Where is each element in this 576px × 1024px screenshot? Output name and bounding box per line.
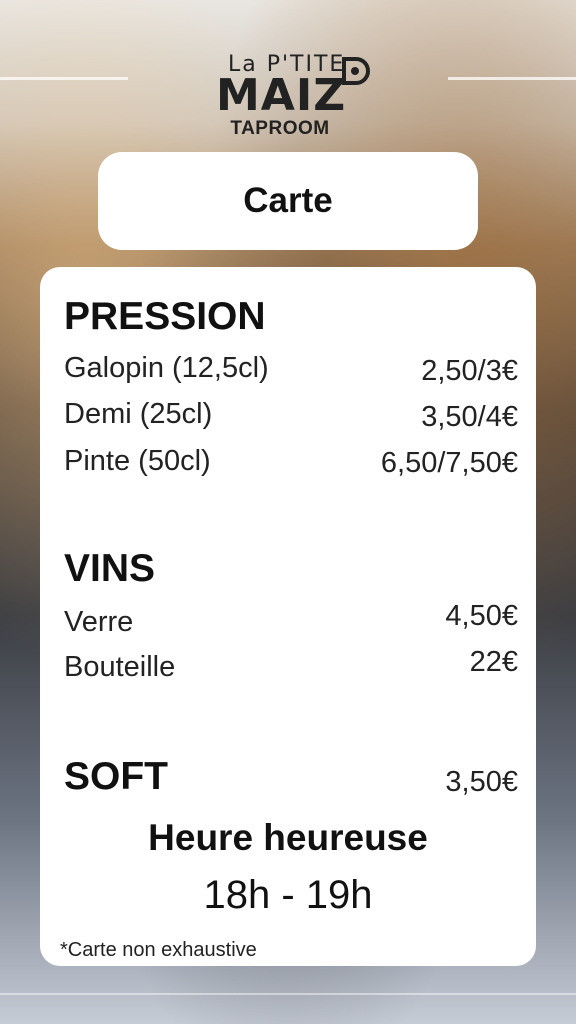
logo-subtitle: TAPROOM [230,118,330,139]
decorative-line-right [448,77,576,80]
decorative-line-left [0,77,128,80]
item-name-galopin: Galopin (12,5cl) [64,352,269,384]
menu-card: PRESSION Galopin (12,5cl) 2,50/3€ Demi (… [40,267,536,966]
footnote: *Carte non exhaustive [60,939,257,961]
section-title-vins: VINS [64,547,156,590]
decorative-line-bottom [0,993,576,995]
item-price-verre: 4,50€ [445,600,518,632]
page-title-card: Carte [98,152,478,250]
page-title: Carte [243,181,333,220]
item-name-verre: Verre [64,606,134,638]
item-price-soft: 3,50€ [445,766,518,798]
item-name-bouteille: Bouteille [64,651,176,683]
item-price-bouteille: 22€ [469,646,518,678]
item-price-demi: 3,50/4€ [421,401,518,433]
logo-main-text: MAIZ [216,70,347,121]
item-name-demi: Demi (25cl) [64,398,213,430]
item-price-pinte: 6,50/7,50€ [380,447,518,479]
happy-hour-time: 18h - 19h [203,873,373,917]
item-name-pinte: Pinte (50cl) [64,445,211,477]
happy-hour-title: Heure heureuse [148,817,428,858]
section-title-pression: PRESSION [64,295,266,338]
logo-d-icon [342,57,370,85]
section-title-soft: SOFT [64,755,168,798]
item-price-galopin: 2,50/3€ [421,355,518,387]
